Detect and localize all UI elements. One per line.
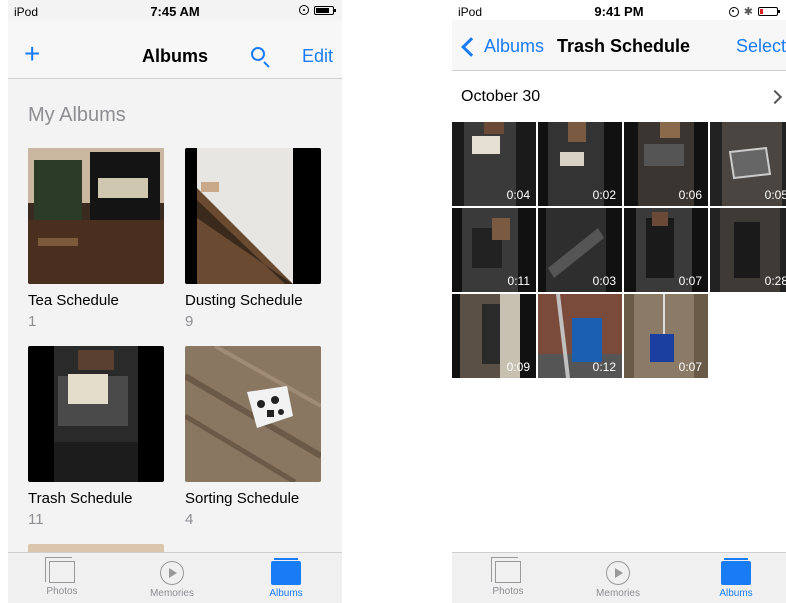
bluetooth-icon: ✱ — [743, 6, 753, 18]
clock: 7:45 AM — [150, 4, 200, 19]
memories-icon — [606, 561, 630, 585]
albums-icon — [721, 558, 751, 585]
video-thumbnail[interactable]: 0:04 — [452, 122, 536, 206]
album-count: 11 — [28, 511, 44, 528]
album-name: Trash Schedule — [28, 490, 133, 507]
video-thumbnail[interactable]: 0:28 — [710, 208, 786, 292]
status-bar: iPod 9:41 PM ✱ — [452, 0, 786, 20]
tab-label: Photos — [492, 586, 524, 597]
tab-photos[interactable]: Photos — [468, 553, 548, 597]
video-thumbnail[interactable]: 0:12 — [538, 294, 622, 378]
video-thumbnail[interactable]: 0:07 — [624, 208, 708, 292]
album-thumbnail — [185, 148, 321, 284]
status-bar: iPod 7:45 AM — [8, 0, 342, 20]
video-duration: 0:02 — [592, 188, 616, 202]
video-thumbnail[interactable]: 0:09 — [452, 294, 536, 378]
album-dusting-schedule[interactable]: Dusting Schedule 9 — [185, 148, 321, 330]
video-duration: 0:07 — [678, 274, 702, 288]
orientation-lock-icon — [728, 6, 739, 17]
album-thumbnail — [28, 346, 164, 482]
album-name: Sorting Schedule — [185, 490, 300, 507]
albums-icon — [271, 558, 301, 585]
album-name: Tea Schedule — [28, 292, 119, 309]
tab-memories[interactable]: Memories — [578, 553, 658, 599]
video-thumbnail[interactable]: 0:06 — [624, 122, 708, 206]
video-thumbnail[interactable]: 0:02 — [538, 122, 622, 206]
tab-label: Memories — [150, 588, 194, 599]
tab-photos[interactable]: Photos — [22, 553, 102, 597]
tab-bar: Photos Memories Albums — [452, 552, 786, 603]
albums-screen: iPod 7:45 AM + Albums Edit My Albums Tea… — [8, 0, 342, 603]
back-button[interactable]: Albums — [460, 36, 544, 57]
chevron-right-icon — [767, 89, 783, 105]
album-sorting-schedule[interactable]: Sorting Schedule 4 — [185, 346, 321, 528]
tab-label: Photos — [46, 586, 78, 597]
tab-albums[interactable]: Albums — [696, 553, 776, 599]
memories-icon — [160, 561, 184, 585]
album-detail-screen: iPod 9:41 PM ✱ Albums Trash Schedule Sel… — [452, 0, 786, 603]
nav-bar: Albums Trash Schedule Select — [452, 20, 786, 71]
video-duration: 0:04 — [506, 188, 530, 202]
chevron-left-icon — [461, 36, 481, 57]
video-duration: 0:12 — [592, 360, 616, 374]
tab-label: Albums — [719, 588, 753, 599]
album-trash-schedule[interactable]: Trash Schedule 11 — [28, 346, 164, 528]
tab-albums[interactable]: Albums — [246, 553, 326, 599]
video-duration: 0:28 — [764, 274, 786, 288]
album-thumbnail — [185, 346, 321, 482]
page-title: Trash Schedule — [557, 36, 691, 56]
album-count: 9 — [185, 313, 194, 330]
tab-label: Albums — [269, 588, 303, 599]
page-title: Albums — [141, 46, 208, 66]
section-header: My Albums — [28, 104, 126, 126]
photos-icon — [45, 557, 75, 583]
album-thumbnail — [28, 148, 164, 284]
video-thumbnail[interactable]: 0:11 — [452, 208, 536, 292]
video-duration: 0:07 — [678, 360, 702, 374]
video-thumbnail[interactable]: 0:05 — [710, 122, 786, 206]
video-duration: 0:11 — [507, 274, 530, 288]
video-duration: 0:06 — [678, 188, 702, 202]
album-tea-schedule[interactable]: Tea Schedule 1 — [28, 148, 164, 330]
moment-header[interactable]: October 30 — [452, 70, 786, 122]
video-duration: 0:03 — [592, 274, 616, 288]
album-count: 4 — [185, 511, 194, 528]
video-duration: 0:05 — [764, 188, 786, 202]
video-duration: 0:09 — [506, 360, 530, 374]
album-count: 1 — [28, 313, 37, 330]
tab-bar: Photos Memories Albums — [8, 552, 342, 603]
select-button[interactable]: Select — [736, 36, 786, 57]
moment-date: October 30 — [461, 88, 541, 105]
back-label: Albums — [484, 36, 545, 56]
video-thumbnail[interactable]: 0:07 — [624, 294, 708, 378]
tab-label: Memories — [596, 588, 640, 599]
orientation-lock-icon — [299, 5, 309, 15]
tab-memories[interactable]: Memories — [132, 553, 212, 599]
album-name: Dusting Schedule — [185, 292, 303, 309]
edit-button[interactable]: Edit — [302, 46, 333, 67]
photos-icon — [491, 557, 521, 583]
search-icon[interactable] — [251, 47, 265, 61]
video-thumbnail[interactable]: 0:03 — [538, 208, 622, 292]
nav-bar: + Albums Edit — [8, 20, 342, 79]
battery-icon — [758, 7, 780, 16]
battery-icon — [314, 5, 336, 15]
